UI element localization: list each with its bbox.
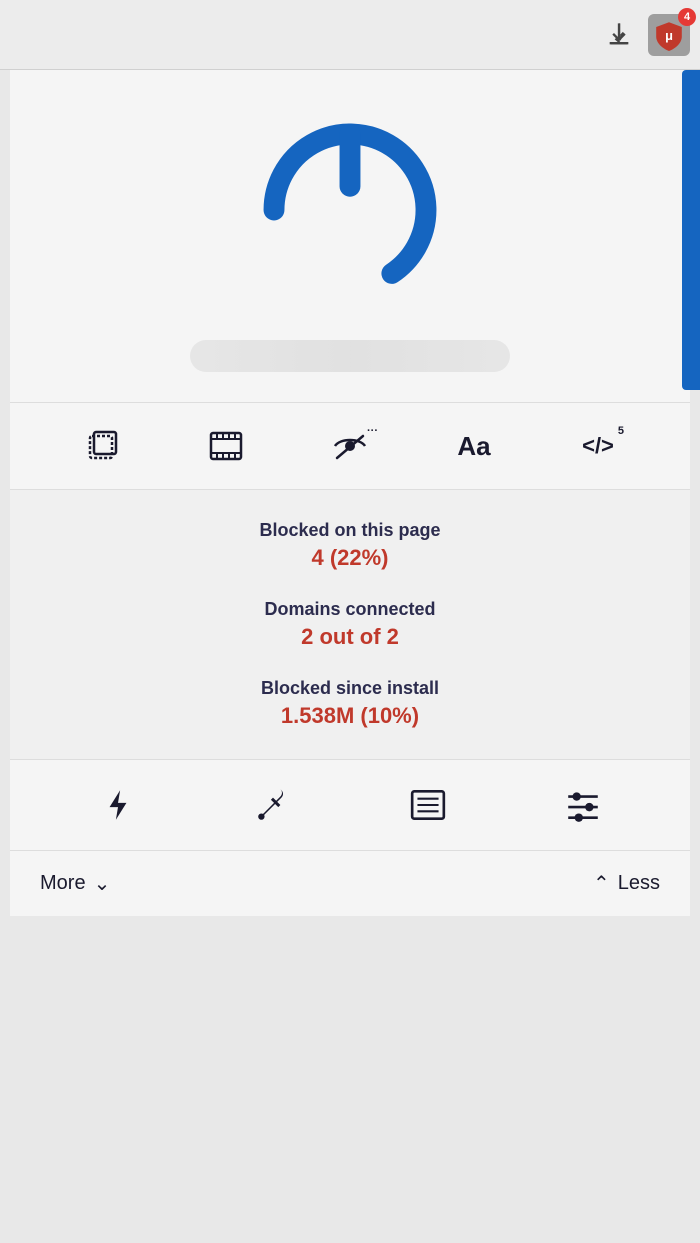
- film-icon: [208, 428, 244, 464]
- more-less-row: More ⌄ ⌃ Less: [10, 851, 690, 916]
- url-bar: [190, 340, 510, 372]
- stats-section: Blocked on this page 4 (22%) Domains con…: [10, 490, 690, 760]
- bottom-toolbar: [10, 760, 690, 851]
- list-button[interactable]: [398, 780, 458, 830]
- typography-button[interactable]: Aa: [444, 421, 504, 471]
- eyedropper-icon: [254, 786, 292, 824]
- layers-button[interactable]: [72, 421, 132, 471]
- eye-slash-icon: [332, 428, 368, 464]
- more-label: More: [40, 872, 86, 895]
- badge-count: 4: [678, 8, 696, 26]
- since-install-value: 1.538M (10%): [261, 703, 439, 729]
- since-install-label: Blocked since install: [261, 678, 439, 699]
- list-icon: [409, 786, 447, 824]
- domains-value: 2 out of 2: [264, 624, 435, 650]
- layers-icon: [84, 428, 120, 464]
- blocked-label: Blocked on this page: [259, 520, 440, 541]
- less-label: Less: [618, 872, 660, 895]
- power-button[interactable]: [250, 110, 450, 310]
- code-badge: 5: [618, 425, 624, 437]
- lightning-button[interactable]: [88, 780, 148, 830]
- blocked-stat: Blocked on this page 4 (22%): [259, 520, 440, 571]
- eyedropper-button[interactable]: [243, 780, 303, 830]
- svg-text:μ: μ: [665, 27, 673, 42]
- ublock-badge[interactable]: μ 4: [648, 14, 690, 56]
- less-button[interactable]: ⌃ Less: [593, 871, 660, 896]
- more-button[interactable]: More ⌄: [40, 871, 110, 896]
- chevron-up-icon: ⌃: [593, 871, 610, 896]
- lightning-icon: [99, 786, 137, 824]
- eye-slash-button[interactable]: ···: [320, 421, 380, 471]
- domains-label: Domains connected: [264, 599, 435, 620]
- download-icon: [605, 21, 633, 49]
- main-container: ··· Aa </> 5 Blocked on this page 4 (22%…: [10, 70, 690, 916]
- blue-strip: [682, 70, 700, 390]
- sliders-icon: [564, 786, 602, 824]
- typography-label: Aa: [457, 431, 490, 462]
- blocked-value: 4 (22%): [259, 545, 440, 571]
- power-icon: [255, 115, 445, 305]
- toolbar-row: ··· Aa </> 5: [10, 403, 690, 490]
- film-button[interactable]: [196, 421, 256, 471]
- code-button[interactable]: </> 5: [568, 421, 628, 471]
- code-label: </>: [582, 433, 614, 459]
- sliders-button[interactable]: [553, 780, 613, 830]
- since-install-stat: Blocked since install 1.538M (10%): [261, 678, 439, 729]
- top-bar: μ 4: [0, 0, 700, 70]
- chevron-down-icon: ⌄: [94, 871, 111, 896]
- power-section: [10, 70, 690, 403]
- download-button[interactable]: [600, 16, 638, 54]
- domains-stat: Domains connected 2 out of 2: [264, 599, 435, 650]
